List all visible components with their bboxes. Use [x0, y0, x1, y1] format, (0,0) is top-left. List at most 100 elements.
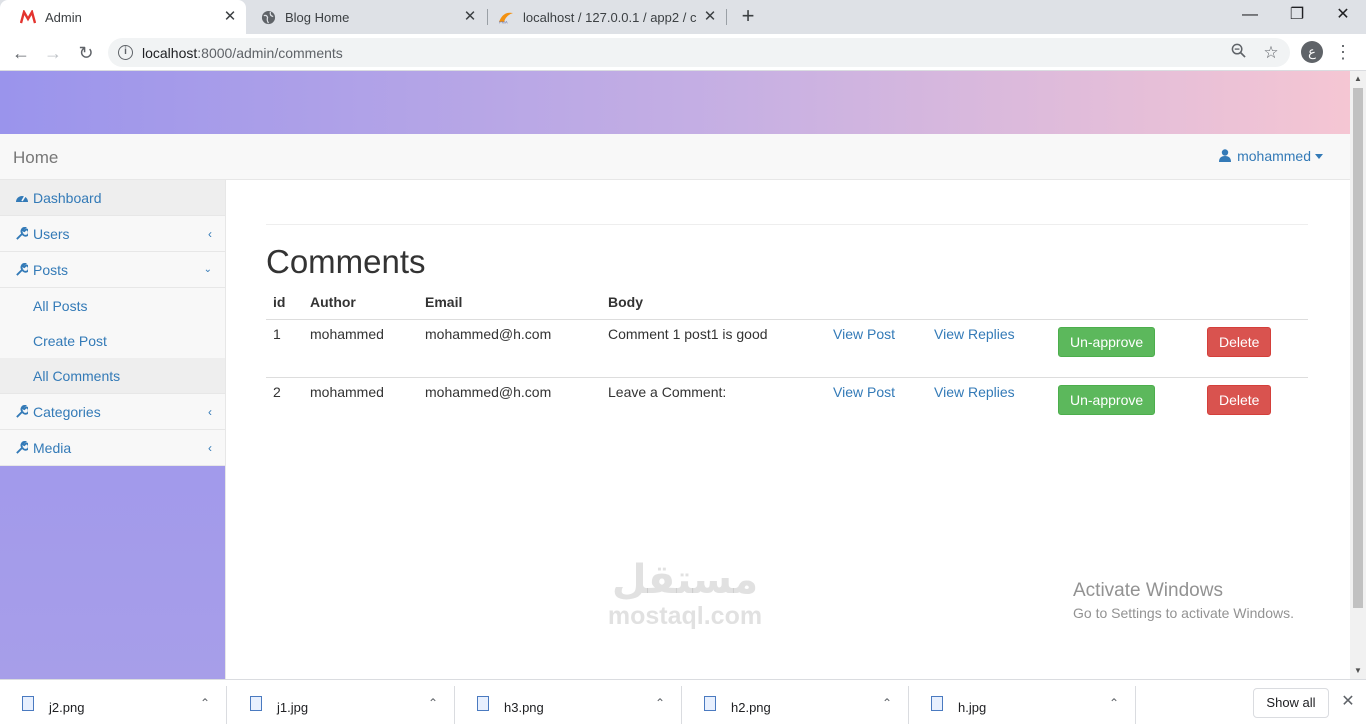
tab-title: Admin [45, 9, 82, 25]
unapprove-button[interactable]: Un-approve [1058, 326, 1156, 357]
scrollbar-thumb[interactable] [1353, 88, 1363, 608]
table-row: 1 mohammed mohammed@h.com Comment 1 post… [266, 319, 1308, 378]
chevron-up-icon[interactable]: ⌃ [882, 696, 892, 710]
sidebar-item-label: Posts [33, 261, 69, 278]
column-header-email: Email [418, 290, 601, 320]
profile-avatar[interactable]: ع [1301, 41, 1323, 63]
cell-email: mohammed@h.com [425, 383, 552, 400]
sidebar-item-users[interactable]: Users ‹ [0, 216, 225, 252]
close-tab-icon[interactable]: ✕ [702, 9, 718, 25]
cell-view-replies: View Replies [927, 319, 1051, 378]
close-window-icon[interactable]: ✕ [1320, 0, 1366, 30]
column-header-author: Author [303, 290, 418, 320]
tab-admin[interactable]: Admin ✕ [0, 0, 246, 34]
column-header-body: Body [601, 290, 826, 320]
sidebar-item-dashboard[interactable]: Dashboard [0, 180, 225, 216]
close-tab-icon[interactable]: ✕ [462, 9, 478, 25]
url-text[interactable]: localhost:8000/admin/comments [142, 45, 343, 61]
reload-icon[interactable]: ↻ [73, 40, 99, 66]
sidebar-item-label: Media [33, 439, 72, 456]
chevron-down-icon: ⌄ [203, 264, 212, 275]
site-info-icon[interactable]: i [118, 45, 133, 60]
cell-id: 1 [266, 319, 303, 378]
cell-view-post: View Post [826, 377, 927, 435]
new-tab-plus-icon[interactable]: + [736, 5, 760, 29]
unapprove-button[interactable]: Un-approve [1058, 384, 1156, 415]
download-item[interactable]: j1.jpg ⌃ [228, 686, 455, 724]
phpmyadmin-icon: PMA [498, 9, 514, 25]
download-item[interactable]: j2.png ⌃ [0, 686, 227, 724]
cell-delete: Delete [1200, 319, 1308, 378]
address-bar[interactable]: i localhost:8000/admin/comments ☆ [108, 38, 1290, 67]
cell-delete: Delete [1200, 377, 1308, 435]
view-post-link[interactable]: View Post [833, 326, 895, 342]
tab-phpmyadmin[interactable]: PMA localhost / 127.0.0.1 / app2 / con ✕ [478, 0, 726, 34]
column-header-id: id [266, 290, 303, 320]
sidebar-item-label: Dashboard [33, 189, 102, 206]
column-header-delete [1200, 290, 1308, 320]
user-icon [1219, 149, 1232, 163]
image-file-icon [477, 696, 489, 711]
top-gradient-banner [0, 71, 1350, 134]
comments-table: id Author Email Body 1 mohammed mohammed… [266, 290, 1308, 435]
submenu-all-comments[interactable]: All Comments [0, 358, 225, 393]
submenu-all-posts[interactable]: All Posts [0, 288, 225, 323]
sidebar-item-categories[interactable]: Categories ‹ [0, 394, 225, 430]
page-title: Comments [266, 243, 426, 280]
sidebar-nav: Dashboard Users ‹ Posts ⌄ All Posts Crea… [0, 180, 225, 466]
view-replies-link[interactable]: View Replies [934, 384, 1015, 400]
navbar-brand[interactable]: Home [13, 148, 58, 168]
chevron-up-icon[interactable]: ⌃ [200, 696, 210, 710]
cell-body: Leave a Comment: [608, 383, 727, 400]
submenu-create-post[interactable]: Create Post [0, 323, 225, 358]
download-item[interactable]: h.jpg ⌃ [909, 686, 1136, 724]
chevron-up-icon[interactable]: ⌃ [655, 696, 665, 710]
cell-author: mohammed [303, 319, 418, 378]
back-arrow-icon[interactable]: ← [8, 40, 34, 66]
view-replies-link[interactable]: View Replies [934, 326, 1015, 342]
user-dropdown[interactable]: mohammed [1219, 148, 1323, 164]
scroll-down-arrow-icon[interactable]: ▼ [1350, 663, 1366, 679]
chevron-up-icon[interactable]: ⌃ [428, 696, 438, 710]
user-name: mohammed [1237, 148, 1311, 164]
activate-subtitle: Go to Settings to activate Windows. [1073, 605, 1294, 621]
wrench-icon [15, 404, 29, 419]
cell-view-replies: View Replies [927, 377, 1051, 435]
activate-title: Activate Windows [1073, 580, 1223, 601]
tab-title: localhost / 127.0.0.1 / app2 / con [523, 9, 697, 25]
menu-dots-icon[interactable]: ⋮ [1334, 40, 1352, 64]
view-post-link[interactable]: View Post [833, 384, 895, 400]
close-tab-icon[interactable]: ✕ [222, 9, 238, 25]
bookmark-star-icon[interactable]: ☆ [1261, 43, 1281, 63]
tab-title: Blog Home [285, 9, 350, 25]
image-file-icon [931, 696, 943, 711]
download-filename: h.jpg [958, 700, 987, 715]
cell-body: Comment 1 post1 is good [601, 319, 826, 378]
download-filename: h2.png [731, 700, 771, 715]
page-scrollbar[interactable]: ▲ ▼ [1350, 71, 1366, 679]
download-filename: j1.jpg [277, 700, 309, 715]
dashboard-icon [15, 191, 29, 205]
tab-blog-home[interactable]: Blog Home ✕ [240, 0, 486, 34]
restore-icon[interactable]: ❐ [1274, 0, 1320, 30]
forward-arrow-icon[interactable]: → [40, 40, 66, 66]
sidebar-item-media[interactable]: Media ‹ [0, 430, 225, 466]
column-header-view-post [826, 290, 927, 320]
scroll-up-arrow-icon[interactable]: ▲ [1350, 71, 1366, 87]
download-item[interactable]: h3.png ⌃ [455, 686, 682, 724]
top-navbar: Home mohammed [0, 134, 1350, 180]
delete-button[interactable]: Delete [1207, 326, 1272, 357]
cell-id: 2 [273, 383, 281, 400]
show-all-button[interactable]: Show all [1253, 688, 1329, 718]
cell-approve: Un-approve [1051, 319, 1200, 378]
zoom-magnifier-icon[interactable] [1228, 43, 1248, 63]
sidebar-item-label: Users [33, 225, 70, 242]
chevron-up-icon[interactable]: ⌃ [1109, 696, 1119, 710]
download-item[interactable]: h2.png ⌃ [682, 686, 909, 724]
sidebar-item-posts[interactable]: Posts ⌄ [0, 252, 225, 288]
delete-button[interactable]: Delete [1207, 384, 1272, 415]
image-file-icon [250, 696, 262, 711]
close-download-bar-icon[interactable]: ✕ [1338, 692, 1358, 712]
minimize-icon[interactable]: — [1227, 0, 1273, 30]
column-header-view-replies [927, 290, 1051, 320]
